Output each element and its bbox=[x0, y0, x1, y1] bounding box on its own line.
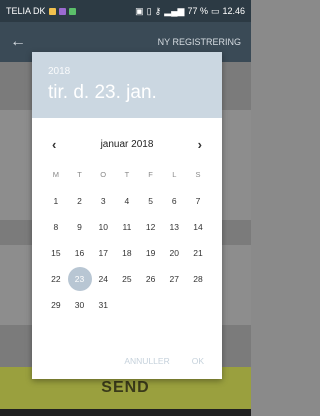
day-cell[interactable]: 2 bbox=[68, 188, 92, 214]
week-row: 29 30 31 bbox=[44, 292, 210, 318]
day-cell-selected[interactable]: 23 bbox=[67, 266, 92, 292]
chevron-left-icon[interactable]: ‹ bbox=[52, 137, 56, 152]
weekday-label: O bbox=[100, 170, 107, 179]
week-row: 22 23 24 25 26 27 28 bbox=[44, 266, 210, 292]
day-cell[interactable]: 30 bbox=[68, 292, 92, 318]
dialog-actions: ANNULLER OK bbox=[32, 352, 222, 370]
day-cell[interactable]: 11 bbox=[115, 214, 139, 240]
day-cell[interactable]: 7 bbox=[186, 188, 210, 214]
vibrate-icon: ▯ bbox=[146, 5, 152, 16]
day-cell-empty bbox=[162, 292, 186, 318]
day-cell[interactable]: 9 bbox=[68, 214, 92, 240]
gallery-notification-icon bbox=[68, 7, 76, 15]
day-cell[interactable]: 24 bbox=[91, 266, 115, 292]
day-cell-empty bbox=[115, 292, 139, 318]
nfc-icon: ▣ bbox=[135, 5, 144, 16]
day-cell[interactable]: 18 bbox=[115, 240, 139, 266]
day-cell[interactable]: 14 bbox=[186, 214, 210, 240]
day-cell[interactable]: 31 bbox=[91, 292, 115, 318]
day-cell[interactable]: 5 bbox=[139, 188, 163, 214]
day-cell[interactable]: 6 bbox=[162, 188, 186, 214]
notification-icon bbox=[48, 7, 56, 15]
day-cell[interactable]: 27 bbox=[162, 266, 186, 292]
day-cell[interactable]: 13 bbox=[162, 214, 186, 240]
weekday-label: L bbox=[172, 170, 177, 179]
day-cell[interactable]: 22 bbox=[44, 266, 68, 292]
weekday-label: T bbox=[77, 170, 82, 179]
day-cell[interactable]: 8 bbox=[44, 214, 68, 240]
chevron-right-icon[interactable]: › bbox=[198, 137, 202, 152]
day-cell[interactable]: 28 bbox=[186, 266, 210, 292]
weekday-row: M T O T F L S bbox=[44, 162, 210, 188]
weekday-label: F bbox=[148, 170, 153, 179]
day-cell[interactable]: 25 bbox=[115, 266, 139, 292]
month-navigation: ‹ januar 2018 › bbox=[32, 135, 222, 153]
date-picker-dialog: 2018 tir. d. 23. jan. ‹ januar 2018 › M … bbox=[32, 52, 222, 379]
app-notification-icon bbox=[58, 7, 66, 15]
day-cell[interactable]: 3 bbox=[91, 188, 115, 214]
weekday-label: M bbox=[52, 170, 59, 179]
day-cell[interactable]: 10 bbox=[91, 214, 115, 240]
day-cell-empty bbox=[139, 292, 163, 318]
day-cell-empty bbox=[186, 292, 210, 318]
day-cell[interactable]: 26 bbox=[139, 266, 163, 292]
day-cell[interactable]: 15 bbox=[44, 240, 68, 266]
week-row: 8 9 10 11 12 13 14 bbox=[44, 214, 210, 240]
signal-icon: ▂▄▆ bbox=[164, 5, 185, 16]
status-left: TELIA DK bbox=[6, 6, 76, 16]
day-cell[interactable]: 19 bbox=[139, 240, 163, 266]
status-right: ▣ ▯ ⚷ ▂▄▆ 77 % ▭ 12.46 bbox=[135, 6, 245, 17]
ok-button[interactable]: OK bbox=[192, 356, 204, 366]
day-cell[interactable]: 4 bbox=[115, 188, 139, 214]
battery-icon: ▭ bbox=[210, 5, 220, 16]
selected-date-label[interactable]: tir. d. 23. jan. bbox=[48, 82, 206, 104]
day-cell[interactable]: 21 bbox=[186, 240, 210, 266]
week-row: 15 16 17 18 19 20 21 bbox=[44, 240, 210, 266]
date-picker-header: 2018 tir. d. 23. jan. bbox=[32, 52, 222, 118]
selected-day-label: 23 bbox=[74, 274, 85, 284]
nav-bar bbox=[0, 409, 251, 416]
weekday-label: T bbox=[124, 170, 130, 179]
day-cell[interactable]: 20 bbox=[162, 240, 186, 266]
day-cell[interactable]: 16 bbox=[68, 240, 92, 266]
battery-percent: 77 % bbox=[187, 6, 208, 16]
month-label: januar 2018 bbox=[100, 138, 154, 150]
page-title: NY REGISTRERING bbox=[157, 37, 241, 47]
cancel-button[interactable]: ANNULLER bbox=[124, 356, 169, 366]
day-cell[interactable]: 12 bbox=[139, 214, 163, 240]
day-cell[interactable]: 1 bbox=[44, 188, 68, 214]
year-label[interactable]: 2018 bbox=[48, 66, 206, 77]
clock: 12.46 bbox=[222, 6, 245, 16]
status-bar: TELIA DK ▣ ▯ ⚷ ▂▄▆ 77 % ▭ 12.46 bbox=[0, 0, 251, 22]
day-cell[interactable]: 17 bbox=[91, 240, 115, 266]
calendar-grid: M T O T F L S 1 2 3 4 5 6 7 8 9 10 11 12… bbox=[44, 162, 210, 318]
day-cell[interactable]: 29 bbox=[44, 292, 68, 318]
back-arrow-icon[interactable]: ← bbox=[10, 33, 26, 51]
carrier-label: TELIA DK bbox=[6, 6, 46, 16]
week-row: 1 2 3 4 5 6 7 bbox=[44, 188, 210, 214]
key-icon: ⚷ bbox=[154, 5, 162, 16]
weekday-label: S bbox=[195, 170, 201, 179]
